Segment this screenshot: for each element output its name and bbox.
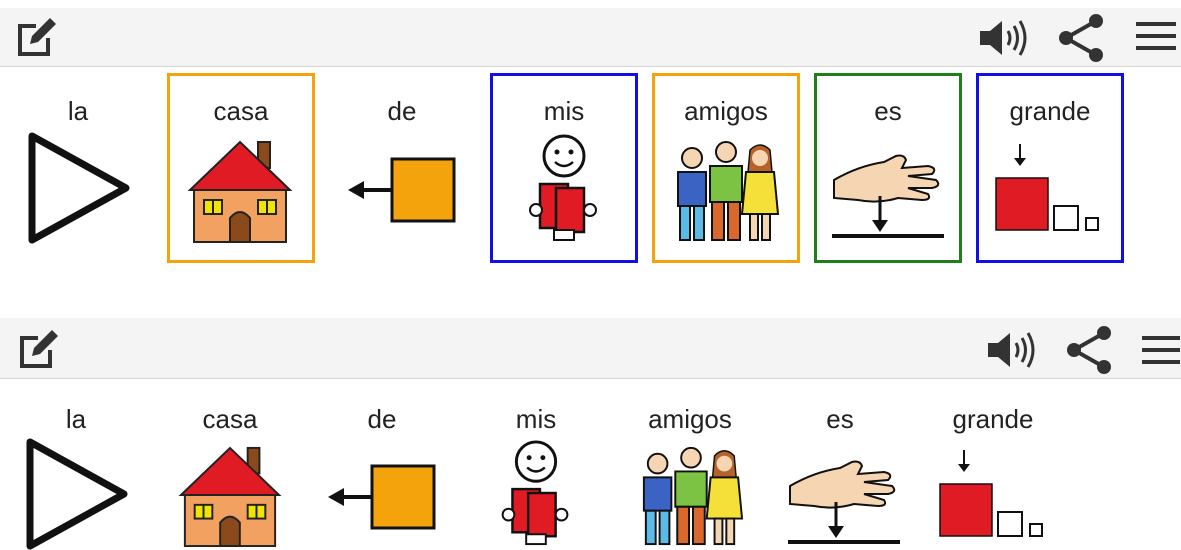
speaker-icon[interactable]: [978, 18, 1034, 58]
word-label-amigos: amigos: [648, 404, 732, 434]
person-symbol: [528, 134, 600, 244]
word-label-casa: casa: [213, 96, 269, 126]
word-label-de: de: [367, 404, 397, 434]
menu-icon[interactable]: [1136, 20, 1176, 52]
big-square-symbol: [992, 140, 1104, 236]
word-label-amigos: amigos: [684, 96, 768, 126]
house-symbol: [188, 138, 292, 244]
hand-symbol: [828, 136, 948, 242]
house-symbol: [178, 444, 282, 548]
word-label-la: la: [67, 96, 89, 126]
word-label-grande: grande: [1009, 96, 1091, 126]
big-square-symbol: [936, 446, 1048, 542]
arrow-square-symbol: [346, 155, 458, 223]
word-label-de: de: [387, 96, 417, 126]
edit-icon[interactable]: [16, 326, 62, 372]
play-icon[interactable]: [28, 132, 132, 244]
word-label-mis: mis: [515, 404, 557, 434]
share-icon[interactable]: [1064, 324, 1114, 376]
share-icon[interactable]: [1056, 12, 1106, 64]
word-label-mis: mis: [543, 96, 585, 126]
play-icon[interactable]: [26, 438, 130, 550]
word-label-la: la: [65, 404, 87, 434]
word-label-es: es: [826, 404, 854, 434]
person-symbol: [500, 440, 572, 548]
speaker-icon[interactable]: [986, 330, 1042, 370]
word-label-es: es: [874, 96, 902, 126]
friends-symbol: [638, 442, 744, 548]
friends-symbol: [672, 136, 780, 244]
edit-icon[interactable]: [14, 14, 60, 60]
menu-icon[interactable]: [1142, 334, 1180, 366]
arrow-square-symbol: [326, 462, 438, 530]
word-label-casa: casa: [202, 404, 258, 434]
hand-symbol: [784, 442, 904, 548]
word-label-grande: grande: [952, 404, 1034, 434]
